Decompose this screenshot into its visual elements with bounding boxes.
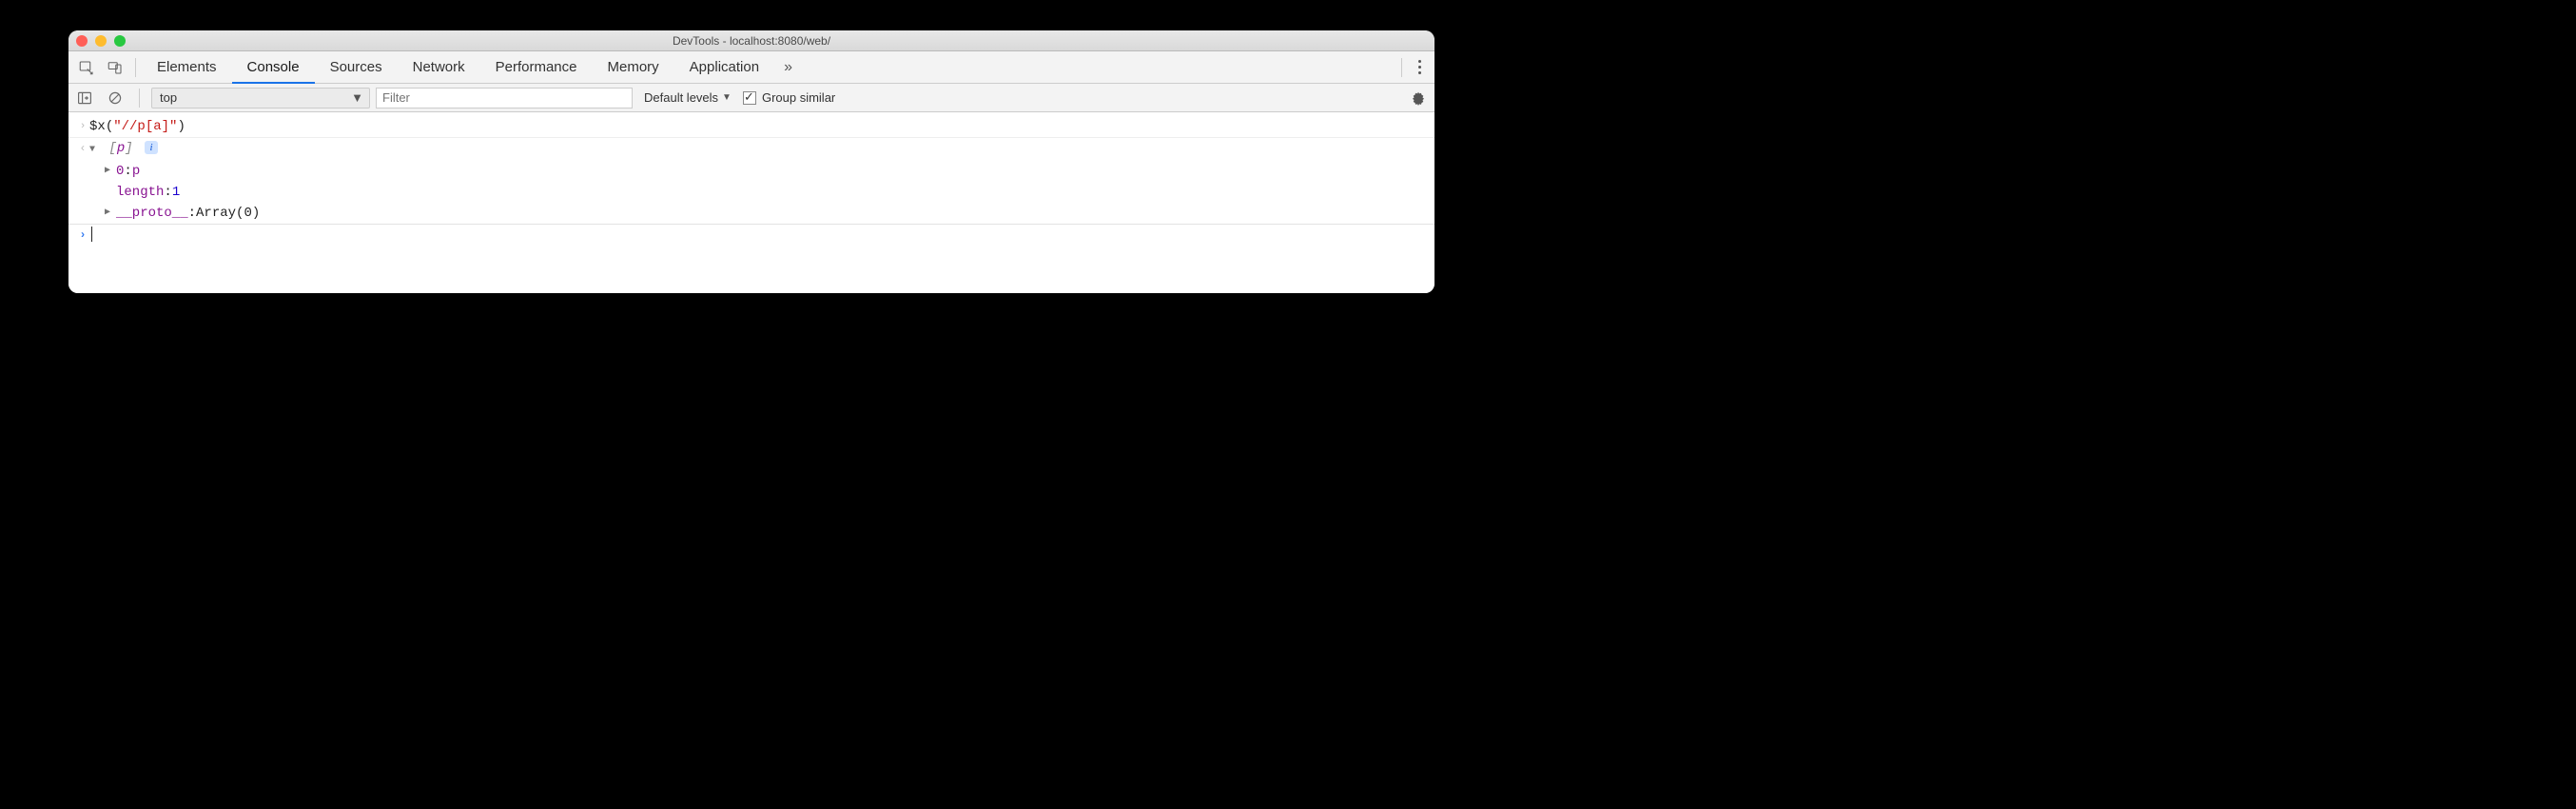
filter-input[interactable] (376, 88, 633, 109)
prompt-input[interactable] (89, 226, 92, 245)
tab-memory[interactable]: Memory (593, 51, 674, 84)
execution-context-value: top (160, 90, 177, 105)
object-entry[interactable]: ▶ __proto__: Array(0) (68, 203, 1434, 224)
console-prompt[interactable]: › (68, 224, 1434, 246)
divider (139, 89, 140, 108)
console-input-echo: › $x("//p[a]") (68, 116, 1434, 138)
entry-value: Array(0) (196, 204, 260, 223)
chevron-right-icon: ▶ (105, 162, 116, 181)
entry-key: length (116, 183, 164, 202)
titlebar: DevTools - localhost:8080/web/ (68, 30, 1434, 51)
return-arrow-icon: ‹ (76, 139, 89, 158)
window-title: DevTools - localhost:8080/web/ (673, 30, 830, 51)
object-toggle[interactable]: ▼ [p] i (89, 139, 158, 160)
entry-key: __proto__ (116, 204, 188, 223)
entry-index: 0 (116, 162, 124, 181)
toggle-sidebar-icon[interactable] (72, 86, 97, 110)
execution-context-select[interactable]: top ▼ (151, 88, 370, 109)
input-caret-icon: › (76, 117, 89, 136)
devtools-window: DevTools - localhost:8080/web/ Elements … (68, 30, 1434, 293)
traffic-lights (76, 30, 126, 51)
chevron-down-icon: ▼ (722, 92, 732, 103)
log-levels-select[interactable]: Default levels ▼ (638, 90, 737, 105)
chevron-down-icon: ▼ (89, 141, 101, 160)
log-levels-label: Default levels (644, 90, 718, 105)
object-entry[interactable]: ▶ 0: p (68, 161, 1434, 182)
clear-console-icon[interactable] (103, 86, 127, 110)
info-icon[interactable]: i (145, 141, 158, 154)
entry-value: p (132, 162, 140, 181)
close-window-button[interactable] (76, 35, 88, 47)
divider (135, 58, 136, 77)
console-result-row[interactable]: ‹ ▼ [p] i (68, 138, 1434, 161)
zoom-window-button[interactable] (114, 35, 126, 47)
prompt-caret-icon: › (76, 226, 89, 245)
object-entry: length: 1 (68, 182, 1434, 203)
tab-application[interactable]: Application (674, 51, 774, 84)
input-expression: $x("//p[a]") (89, 117, 185, 136)
tab-network[interactable]: Network (398, 51, 480, 84)
console-settings-icon[interactable] (1406, 86, 1431, 110)
tab-performance[interactable]: Performance (480, 51, 593, 84)
console-toolbar: top ▼ Default levels ▼ Group similar (68, 84, 1434, 112)
group-similar-checkbox[interactable] (743, 91, 756, 105)
result-summary: [p] (108, 141, 141, 156)
settings-menu-icon[interactable] (1408, 60, 1431, 74)
tab-console[interactable]: Console (232, 51, 315, 84)
more-tabs-icon[interactable]: » (774, 59, 802, 76)
tab-bar: Elements Console Sources Network Perform… (68, 51, 1434, 84)
chevron-down-icon: ▼ (351, 90, 363, 105)
console-output: › $x("//p[a]") ‹ ▼ [p] i ▶ 0: p length: … (68, 112, 1434, 293)
minimize-window-button[interactable] (95, 35, 107, 47)
entry-value: 1 (172, 183, 180, 202)
divider (1401, 58, 1402, 77)
device-toolbar-icon[interactable] (101, 53, 129, 82)
group-similar-label: Group similar (762, 90, 835, 105)
inspect-element-icon[interactable] (72, 53, 101, 82)
tab-sources[interactable]: Sources (315, 51, 398, 84)
chevron-right-icon: ▶ (105, 204, 116, 223)
tab-elements[interactable]: Elements (142, 51, 232, 84)
